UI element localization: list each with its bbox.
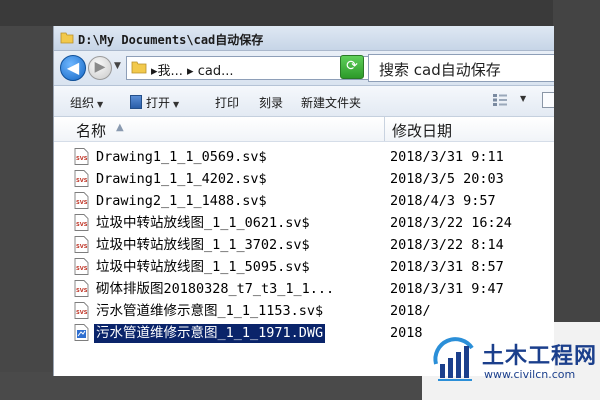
column-header-row: 名称 ▲ 修改日期 [54, 117, 554, 142]
file-name: 垃圾中转站放线图_1_1_0621.sv$ [96, 215, 310, 231]
svg-text:SVS: SVS [76, 156, 88, 162]
file-date: 2018/3/22 16:24 [390, 215, 512, 231]
file-row[interactable]: SVS 垃圾中转站放线图_1_1_3702.sv$ 2018/3/22 8:14 [72, 235, 554, 256]
name-column-label: 名称 [76, 122, 107, 140]
svg-text:SVS: SVS [76, 266, 88, 272]
svg-text:SVS: SVS [76, 222, 88, 228]
date-column-label: 修改日期 [392, 122, 453, 140]
title-bar[interactable]: D:\My Documents\cad自动保存 [54, 26, 554, 51]
search-placeholder: 搜索 cad自动保存 [379, 61, 501, 79]
site-watermark: 土木工程网 www.civilcn.com [422, 322, 600, 400]
print-button[interactable]: 打印 [215, 94, 239, 111]
open-label: 打开 [146, 96, 171, 110]
sv-file-icon: SVS [74, 214, 89, 231]
file-date: 2018/ [390, 303, 431, 319]
chevron-down-icon: ▼ [97, 100, 104, 109]
svg-text:SVS: SVS [76, 288, 88, 294]
file-row[interactable]: SVS Drawing2_1_1_1488.sv$ 2018/4/3 9:57 [72, 191, 554, 212]
open-icon [130, 95, 142, 109]
file-row[interactable]: SVS 垃圾中转站放线图_1_1_0621.sv$ 2018/3/22 16:2… [72, 213, 554, 234]
window-title: D:\My Documents\cad自动保存 [78, 33, 264, 47]
preview-pane-toggle[interactable] [542, 92, 554, 108]
file-name: 污水管道维修示意图_1_1_1153.sv$ [96, 303, 324, 319]
organize-label: 组织 [70, 96, 95, 110]
navigation-bar: ◀ ▶ ▼ ▸我... ▸ cad... ▼ ⟳ 搜索 cad自动保存 [54, 51, 554, 86]
sv-file-icon: SVS [74, 280, 89, 297]
file-name: Drawing1_1_1_0569.sv$ [96, 149, 267, 165]
sv-file-icon: SVS [74, 236, 89, 253]
folder-icon [60, 32, 74, 44]
file-row[interactable]: SVS Drawing1_1_1_4202.sv$ 2018/3/5 20:03 [72, 169, 554, 190]
file-date: 2018/3/31 9:11 [390, 149, 504, 165]
address-breadcrumb[interactable]: ▸我... ▸ cad... [151, 60, 233, 79]
file-name: 垃圾中转站放线图_1_1_3702.sv$ [96, 237, 310, 253]
name-column-header[interactable]: 名称 ▲ [54, 117, 385, 141]
file-name: Drawing2_1_1_1488.sv$ [96, 193, 267, 209]
svg-text:SVS: SVS [76, 244, 88, 250]
dwg-file-icon [74, 324, 89, 341]
file-name: 砌体排版图20180328_t7_t3_1_1... [96, 281, 335, 297]
sv-file-icon: SVS [74, 148, 89, 165]
forward-button[interactable]: ▶ [88, 56, 112, 80]
watermark-url: www.civilcn.com [484, 368, 576, 381]
file-date: 2018/4/3 9:57 [390, 193, 496, 209]
sv-file-icon: SVS [74, 192, 89, 209]
photo-frame-top [0, 0, 600, 26]
back-button[interactable]: ◀ [60, 55, 86, 81]
file-date: 2018/3/31 8:57 [390, 259, 504, 275]
file-row[interactable]: SVS 垃圾中转站放线图_1_1_5095.sv$ 2018/3/31 8:57 [72, 257, 554, 278]
file-date: 2018/3/22 8:14 [390, 237, 504, 253]
svg-text:SVS: SVS [76, 200, 88, 206]
organize-button[interactable]: 组织 ▼ [70, 94, 103, 111]
civilcn-logo-icon [433, 337, 474, 381]
file-date: 2018 [390, 325, 423, 341]
file-date: 2018/3/31 9:47 [390, 281, 504, 297]
file-name: Drawing1_1_1_4202.sv$ [96, 171, 267, 187]
date-modified-column-header[interactable]: 修改日期 [386, 117, 554, 141]
svg-text:SVS: SVS [76, 310, 88, 316]
sv-file-icon: SVS [74, 170, 89, 187]
open-button[interactable]: 打开 ▼ [130, 94, 179, 111]
file-row[interactable]: SVS 砌体排版图20180328_t7_t3_1_1... 2018/3/31… [72, 279, 554, 300]
watermark-title: 土木工程网 [482, 344, 598, 369]
file-name: 污水管道维修示意图_1_1_1971.DWG [94, 324, 326, 343]
burn-button[interactable]: 刻录 [259, 94, 283, 111]
file-date: 2018/3/5 20:03 [390, 171, 504, 187]
file-name: 垃圾中转站放线图_1_1_5095.sv$ [96, 259, 310, 275]
folder-icon [131, 61, 147, 74]
svg-text:SVS: SVS [76, 178, 88, 184]
search-input[interactable]: 搜索 cad自动保存 [368, 54, 554, 82]
file-row[interactable]: SVS 污水管道维修示意图_1_1_1153.sv$ 2018/ [72, 301, 554, 322]
file-row[interactable]: SVS Drawing1_1_1_0569.sv$ 2018/3/31 9:11 [72, 147, 554, 168]
sort-ascending-icon: ▲ [116, 122, 124, 133]
refresh-button[interactable]: ⟳ [340, 55, 364, 79]
views-dropdown-button[interactable]: ▼ [520, 94, 526, 103]
chevron-down-icon: ▼ [173, 100, 180, 109]
recent-pages-dropdown[interactable]: ▼ [114, 61, 121, 71]
command-toolbar: 组织 ▼ 打开 ▼ 打印 刻录 新建文件夹 ▼ [54, 86, 554, 117]
views-icon[interactable] [492, 93, 508, 107]
sv-file-icon: SVS [74, 258, 89, 275]
new-folder-button[interactable]: 新建文件夹 [301, 94, 361, 111]
sv-file-icon: SVS [74, 302, 89, 319]
